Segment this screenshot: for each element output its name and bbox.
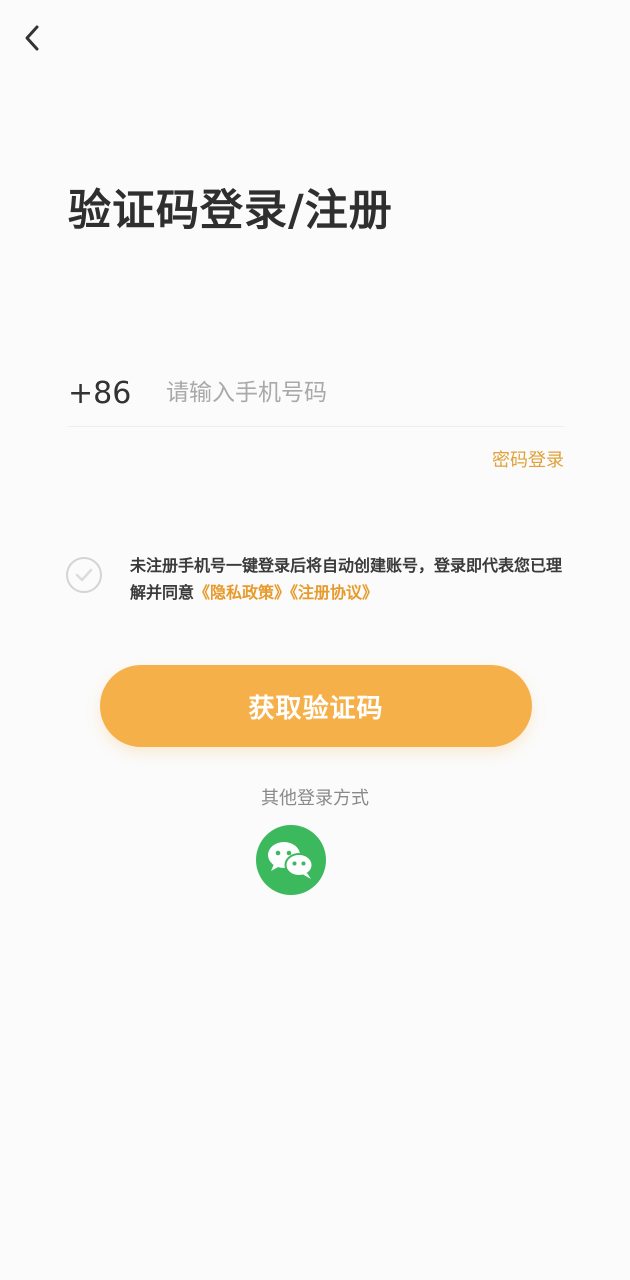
wechat-icon — [268, 842, 314, 879]
phone-input-row: +86 — [68, 360, 564, 427]
privacy-policy-link[interactable]: 《隐私政策》 — [194, 583, 290, 602]
agreement-checkbox[interactable] — [66, 557, 102, 593]
agreement-text: 未注册手机号一键登录后将自动创建账号，登录即代表您已理解并同意《隐私政策》《注册… — [130, 552, 566, 606]
password-login-link[interactable]: 密码登录 — [492, 446, 564, 472]
phone-number-input[interactable] — [166, 380, 546, 406]
get-verification-code-button[interactable]: 获取验证码 — [100, 665, 532, 747]
page-title: 验证码登录/注册 — [68, 186, 393, 236]
chevron-left-icon — [25, 25, 39, 51]
country-code-selector[interactable]: +86 — [68, 376, 166, 411]
other-login-label: 其他登录方式 — [261, 788, 369, 809]
registration-agreement-link[interactable]: 《注册协议》 — [290, 583, 378, 602]
wechat-login-button[interactable] — [256, 825, 326, 895]
check-icon — [75, 568, 93, 582]
back-button[interactable] — [14, 20, 50, 56]
